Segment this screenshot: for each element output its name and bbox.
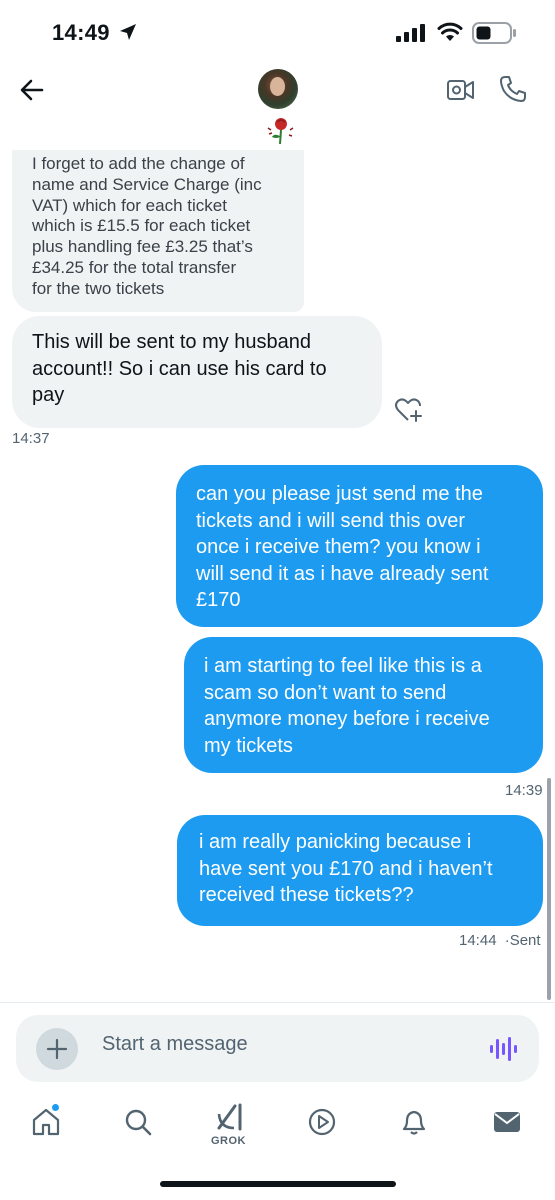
grok-label: GROK	[211, 1135, 246, 1147]
message-line: £34.25 for the total transfer	[32, 257, 237, 277]
message-timestamp: 14:44 ·Sent	[459, 932, 541, 949]
status-bar: 14:49	[0, 0, 555, 62]
message-line: once i receive them? you know i	[196, 536, 481, 558]
message-input[interactable]	[102, 1033, 462, 1056]
message-line: i am really panicking because i	[199, 831, 472, 853]
home-icon[interactable]	[30, 1106, 62, 1138]
message-timestamp: 14:37	[12, 430, 50, 447]
wifi-icon	[437, 22, 463, 41]
avatar-face	[270, 77, 285, 96]
message-line: I forget to add the change of	[32, 154, 245, 173]
message-line: i am starting to feel like this is a	[204, 655, 482, 677]
message-line: pay	[32, 384, 65, 406]
profile-avatar[interactable]	[258, 69, 298, 109]
message-line: have sent you £170 and i haven’t	[199, 857, 493, 880]
video-call-icon[interactable]	[446, 76, 476, 104]
message-bubble-sent[interactable]: can you please just send me the tickets …	[176, 465, 543, 627]
location-arrow-icon	[120, 24, 136, 40]
message-line: VAT) which for each ticket	[32, 195, 227, 215]
message-thread[interactable]: I forget to add the change of name and S…	[0, 150, 555, 1000]
message-line: which is £15.5 for each ticket	[32, 216, 251, 236]
message-line: scam so don’t want to send	[204, 681, 447, 704]
message-line: account!! So i can use his card to	[32, 357, 327, 380]
back-arrow-icon[interactable]	[18, 76, 46, 104]
home-indicator	[160, 1181, 396, 1187]
message-bubble-sent[interactable]: i am really panicking because i have sen…	[177, 815, 543, 926]
search-icon[interactable]	[122, 1106, 154, 1138]
message-line: plus handling fee £3.25 that’s	[32, 237, 253, 257]
add-reaction-icon[interactable]	[394, 396, 424, 424]
voice-message-icon[interactable]	[489, 1035, 517, 1063]
home-notification-dot	[52, 1104, 59, 1111]
cellular-signal-icon	[396, 24, 425, 42]
bottom-tab-bar: GROK	[0, 1094, 555, 1166]
message-bubble-sent[interactable]: i am starting to feel like this is a sca…	[184, 637, 543, 773]
message-line: received these tickets??	[199, 884, 414, 906]
phone-call-icon[interactable]	[498, 74, 528, 104]
message-line: will send it as i have already sent	[196, 562, 489, 585]
add-media-button[interactable]	[36, 1028, 78, 1070]
scrollbar[interactable]	[547, 778, 551, 1000]
message-line: £170	[196, 589, 241, 611]
message-line: can you please just send me the	[196, 483, 483, 505]
conversation-header	[0, 62, 555, 150]
battery-icon	[472, 22, 516, 44]
message-line: my tickets	[204, 734, 293, 757]
status-time: 14:49	[52, 20, 110, 45]
messages-icon[interactable]	[491, 1106, 523, 1138]
message-line: name and Service Charge (inc	[32, 174, 262, 194]
timestamp-time: 14:44	[459, 932, 497, 949]
delivery-status: ·Sent	[504, 932, 541, 949]
notifications-icon[interactable]	[398, 1106, 430, 1138]
rose-emoji[interactable]	[262, 116, 298, 146]
message-bubble-received[interactable]: This will be sent to my husband account!…	[12, 316, 382, 428]
message-bubble-received[interactable]: I forget to add the change of name and S…	[12, 150, 304, 312]
message-timestamp: 14:39	[505, 782, 543, 799]
message-line: for the two tickets	[32, 278, 165, 298]
add-media-icon	[46, 1038, 68, 1060]
video-icon[interactable]	[306, 1106, 338, 1138]
composer-divider	[0, 1002, 555, 1003]
message-line: tickets and i will send this over	[196, 509, 466, 532]
message-line: This will be sent to my husband	[32, 331, 312, 353]
message-composer	[16, 1015, 539, 1082]
grok-icon[interactable]	[214, 1102, 246, 1132]
message-line: anymore money before i receive	[204, 708, 490, 730]
